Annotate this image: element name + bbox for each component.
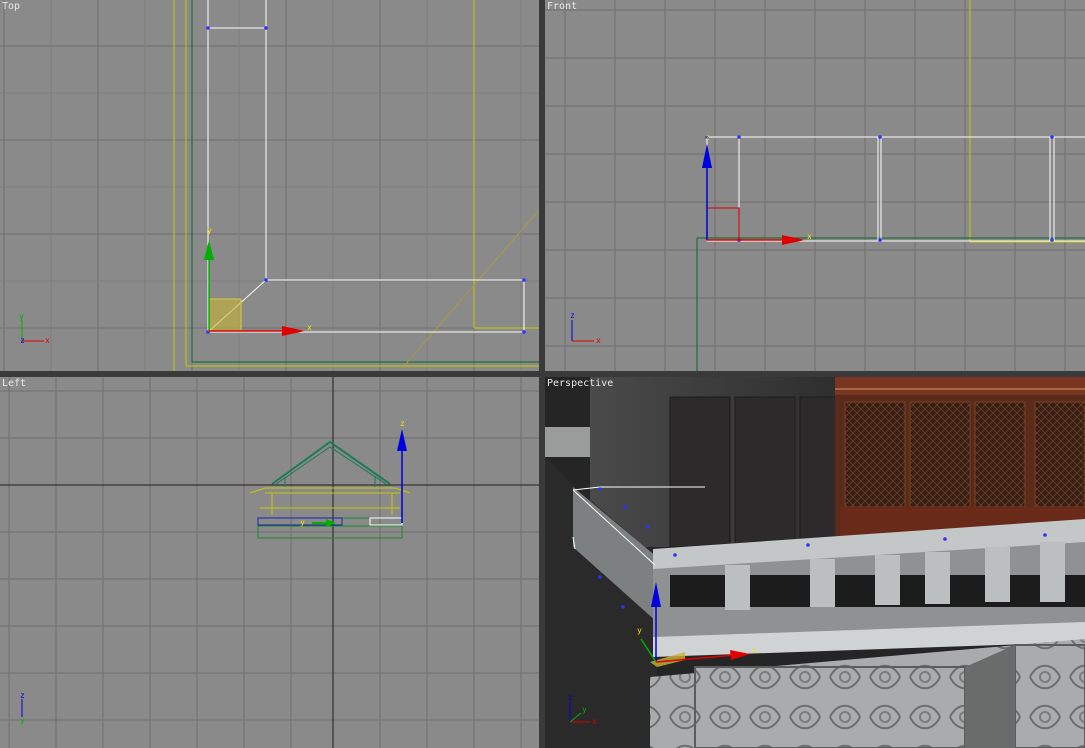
axis-tripod-icon: z x bbox=[570, 311, 601, 345]
gizmo-x-label: x bbox=[807, 232, 812, 241]
viewport-perspective-canvas: y x z x y bbox=[545, 377, 1085, 748]
grid bbox=[545, 0, 1085, 371]
vertices bbox=[705, 135, 1054, 242]
viewport-top[interactable]: Top y x y z x bbox=[0, 0, 539, 371]
viewport-front-canvas: z x z x bbox=[545, 0, 1085, 371]
viewport-front-label[interactable]: Front bbox=[547, 1, 577, 12]
tripod-z-label: z bbox=[570, 311, 575, 320]
guide-lines bbox=[696, 0, 1085, 371]
viewport-perspective-label[interactable]: Perspective bbox=[547, 378, 613, 389]
gizmo-y-label: y bbox=[637, 626, 642, 635]
red-lattice-doors[interactable] bbox=[835, 377, 1085, 547]
transform-gizmo-icon[interactable]: z x bbox=[702, 133, 812, 245]
viewport-top-canvas: y x y z x bbox=[0, 0, 539, 371]
tripod-y-label: y bbox=[19, 312, 24, 321]
viewport-left-label[interactable]: Left bbox=[2, 378, 26, 389]
viewport-left[interactable]: Left z y z y bbox=[0, 377, 539, 748]
gizmo-y-label: y bbox=[207, 226, 212, 235]
grid bbox=[0, 377, 539, 748]
viewport-top-label[interactable]: Top bbox=[2, 1, 20, 12]
tripod-x-label: x bbox=[596, 336, 601, 345]
gizmo-x-label: x bbox=[752, 646, 757, 655]
viewport-left-canvas: z y z y bbox=[0, 377, 539, 748]
dark-door-panels bbox=[669, 396, 841, 548]
grid bbox=[0, 0, 539, 371]
gizmo-z-label: z bbox=[705, 133, 710, 142]
transform-gizmo-icon[interactable]: z y bbox=[300, 419, 407, 527]
viewport-perspective[interactable]: Perspective y x z x y bbox=[545, 377, 1085, 748]
tripod-x-label: x bbox=[45, 336, 50, 345]
selected-object[interactable] bbox=[706, 136, 1085, 242]
tripod-y-label: y bbox=[582, 705, 587, 714]
vertices bbox=[206, 26, 526, 334]
gizmo-x-label: x bbox=[307, 323, 312, 332]
gizmo-z-label: z bbox=[400, 419, 405, 428]
axis-tripod-icon: z y bbox=[20, 691, 25, 725]
tripod-y-label: y bbox=[20, 716, 25, 725]
home-grid-axes bbox=[0, 377, 539, 748]
tripod-z-label: z bbox=[20, 336, 25, 345]
viewport-front[interactable]: Front z x z x bbox=[545, 0, 1085, 371]
tripod-z-label: z bbox=[20, 691, 25, 700]
tripod-x-label: x bbox=[592, 717, 597, 726]
gizmo-y-label: y bbox=[300, 518, 305, 527]
tripod-z-label: z bbox=[568, 693, 573, 702]
